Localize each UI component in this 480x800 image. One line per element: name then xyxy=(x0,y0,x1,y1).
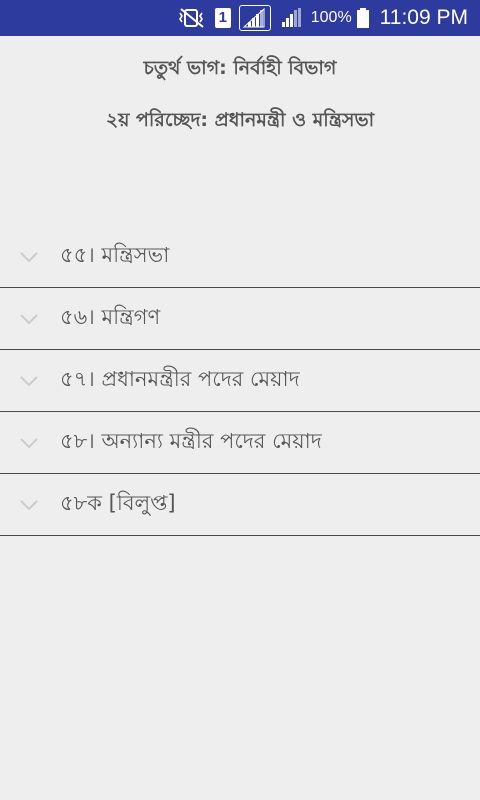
mute-vibrate-icon xyxy=(177,7,207,29)
chevron-down-icon xyxy=(0,499,60,511)
battery-percent: 100% xyxy=(310,9,352,26)
article-label: ৫৬। মন্ত্রিগণ xyxy=(60,305,161,329)
signal-strength-2-icon xyxy=(279,7,305,29)
chevron-down-icon xyxy=(0,313,60,325)
article-row-58ka[interactable]: ৫৮ক [বিলুপ্ত] xyxy=(0,474,480,536)
article-label: ৫৮ক [বিলুপ্ত] xyxy=(60,491,176,515)
chevron-down-icon xyxy=(0,375,60,387)
chapter-title: ২য় পরিচ্ছেদ: প্রধানমন্ত্রী ও মন্ত্রিসভা xyxy=(105,109,375,131)
chevron-down-icon xyxy=(0,437,60,449)
signal-strength-icon xyxy=(238,5,271,31)
status-time: 11:09 PM xyxy=(379,6,468,29)
article-label: ৫৫। মন্ত্রিসভা xyxy=(60,243,170,267)
article-row-56[interactable]: ৫৬। মন্ত্রিগণ xyxy=(0,288,480,350)
battery-full-icon xyxy=(356,7,370,29)
status-bar: 1 100% 11:09 PM xyxy=(0,0,480,36)
article-label: ৫৭। প্রধানমন্ত্রীর পদের মেয়াদ xyxy=(60,367,300,391)
article-row-55[interactable]: ৫৫। মন্ত্রিসভা xyxy=(0,226,480,288)
chevron-down-icon xyxy=(0,251,60,263)
article-list: ৫৫। মন্ত্রিসভা ৫৬। মন্ত্রিগণ ৫৭। প্রধানম… xyxy=(0,226,480,536)
article-row-58[interactable]: ৫৮। অন্যান্য মন্ত্রীর পদের মেয়াদ xyxy=(0,412,480,474)
sim-1-icon: 1 xyxy=(214,8,231,28)
part-title: চতুর্থ ভাগ: নির্বাহী বিভাগ xyxy=(143,57,337,79)
page-header: চতুর্থ ভাগ: নির্বাহী বিভাগ ২য় পরিচ্ছেদ:… xyxy=(0,54,480,134)
article-row-57[interactable]: ৫৭। প্রধানমন্ত্রীর পদের মেয়াদ xyxy=(0,350,480,412)
article-label: ৫৮। অন্যান্য মন্ত্রীর পদের মেয়াদ xyxy=(60,429,322,453)
